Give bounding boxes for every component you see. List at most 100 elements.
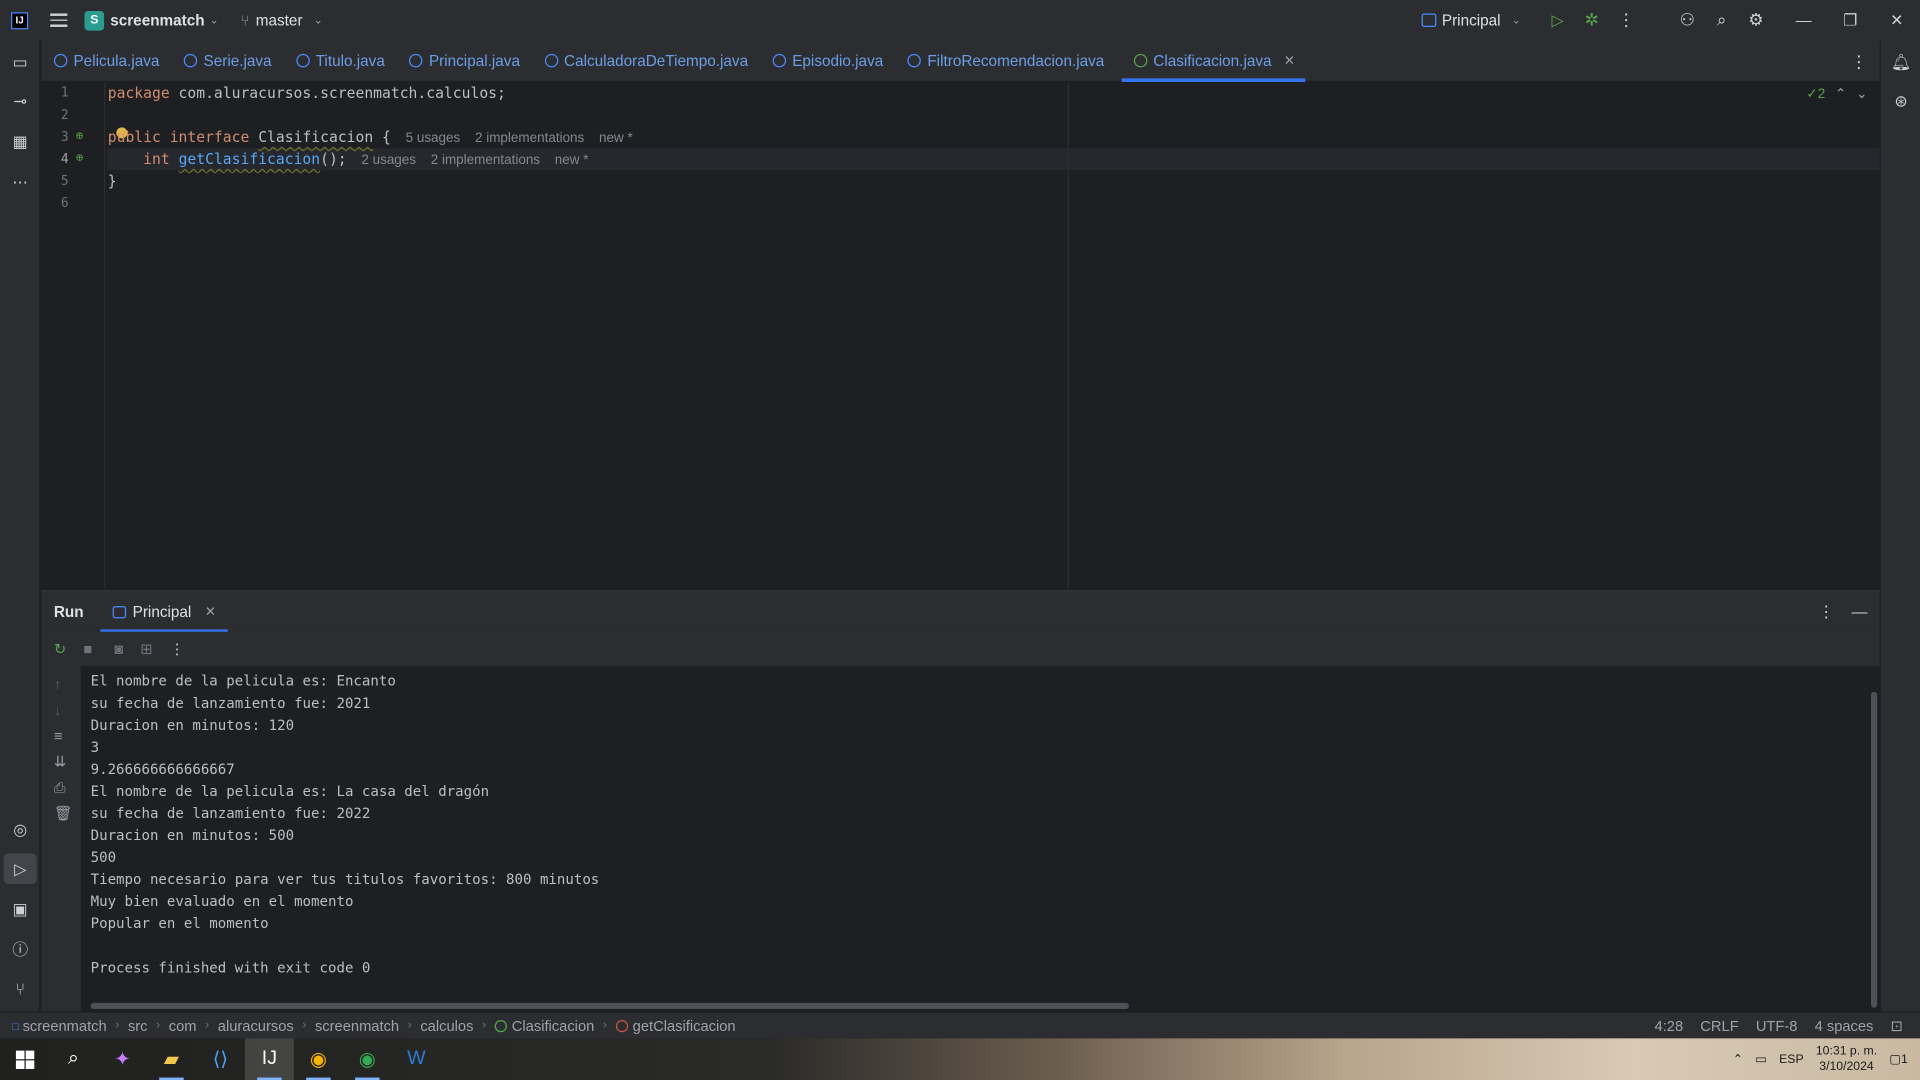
project-badge[interactable]: S (84, 10, 105, 31)
author-hint[interactable]: new * (555, 153, 589, 168)
commit-icon[interactable]: ⊸ (10, 91, 31, 112)
word-icon[interactable]: W (392, 1038, 441, 1080)
usages-hint[interactable]: 5 usages (406, 131, 461, 146)
services-icon[interactable]: ◎ (10, 819, 31, 840)
console-line: El nombre de la pelicula es: La casa del… (90, 782, 490, 800)
scroll-to-end-icon[interactable]: ⇊ (54, 753, 66, 770)
arrow-up-icon[interactable]: ↑ (54, 676, 61, 693)
run-toolbar: ↻ ■ ◙ ⊞ ⋮ (41, 631, 1880, 667)
tab-calculadora-de-tiempo[interactable]: CalculadoraDeTiempo.java (532, 40, 760, 80)
breadcrumb-item[interactable]: com (169, 1017, 197, 1034)
tab-principal[interactable]: Principal.java (397, 40, 532, 80)
line-separator[interactable]: CRLF (1700, 1017, 1738, 1034)
implemented-gutter-icon[interactable]: ⊕ (76, 152, 83, 165)
trash-icon[interactable]: 🗑︎ (54, 804, 73, 821)
chevron-right-icon: › (481, 1018, 487, 1033)
close-window-button[interactable]: ✕ (1873, 10, 1920, 30)
options-icon[interactable]: ⋮ (1818, 602, 1834, 622)
chevron-down-icon[interactable]: ⌄ (1856, 86, 1867, 102)
notification-center-icon[interactable]: ▢1 (1889, 1052, 1907, 1065)
breadcrumb-interface[interactable]: Clasificacion (494, 1017, 594, 1034)
chrome-icon[interactable]: ◉ (294, 1038, 343, 1080)
chrome-profile-icon[interactable]: ◉ (343, 1038, 392, 1080)
horizontal-scrollbar[interactable] (90, 1002, 1129, 1009)
implementations-hint[interactable]: 2 implementations (475, 131, 584, 146)
project-folder-icon[interactable]: ▭ (10, 51, 31, 72)
tab-pelicula[interactable]: Pelicula.java (42, 40, 172, 80)
tab-episodio[interactable]: Episodio.java (760, 40, 895, 80)
main-menu-icon[interactable] (50, 13, 68, 27)
indent-setting[interactable]: 4 spaces (1815, 1017, 1874, 1034)
debug-icon[interactable]: ✲ (1575, 10, 1609, 31)
camera-icon[interactable]: ◙ (114, 640, 123, 657)
vertical-scrollbar[interactable] (1871, 691, 1878, 1008)
restore-button[interactable]: ❐ (1827, 10, 1874, 30)
implemented-gutter-icon[interactable]: ⊕ (76, 130, 83, 143)
add-user-icon[interactable]: ⚇ (1670, 10, 1704, 31)
vscode-icon[interactable]: ⟨⟩ (196, 1038, 245, 1080)
ai-assistant-icon[interactable]: ⊛ (1891, 91, 1912, 112)
breadcrumb-item[interactable]: aluracursos (218, 1017, 294, 1034)
search-icon[interactable]: ⌕ (1705, 10, 1739, 31)
clock[interactable]: 10:31 p. m. 3/10/2024 (1816, 1043, 1877, 1075)
soft-wrap-icon[interactable]: ≡ (54, 727, 63, 744)
settings-gear-icon[interactable]: ⚙ (1739, 10, 1773, 31)
console-output[interactable]: El nombre de la pelicula es: Encanto su f… (91, 670, 600, 979)
restore-layout-icon[interactable]: ⊞ (140, 640, 152, 657)
copilot-icon[interactable]: ✦ (98, 1038, 147, 1080)
structure-icon[interactable]: ▦ (10, 131, 31, 152)
breadcrumb-item[interactable]: calculos (420, 1017, 473, 1034)
code-editor[interactable]: 1 2 3 4 5 6 ⊕ ⊕ package com.aluracursos.… (41, 82, 1880, 589)
terminal-icon[interactable]: ▣ (10, 899, 31, 920)
class-icon (296, 53, 310, 68)
branch-selector[interactable]: ⑂ master ⌄ (241, 12, 323, 29)
run-tool-icon[interactable]: ▷ (10, 858, 31, 879)
console-line: Duracion en minutos: 500 (90, 826, 295, 844)
tab-filtro-recomendacion[interactable]: FiltroRecomendacion.java (895, 40, 1116, 80)
tab-clasificacion[interactable]: Clasificacion.java ✕ (1121, 40, 1305, 83)
breadcrumb-item[interactable]: src (128, 1017, 148, 1034)
more-tools-icon[interactable]: ⋯ (10, 171, 31, 192)
tab-titulo[interactable]: Titulo.java (284, 40, 397, 80)
minimize-button[interactable]: — (1780, 11, 1827, 29)
chevron-up-icon[interactable]: ⌃ (1835, 86, 1846, 102)
breadcrumb-method[interactable]: getClasificacion (615, 1017, 736, 1034)
more-actions-icon[interactable]: ⋮ (1609, 10, 1643, 31)
input-language[interactable]: ESP (1779, 1052, 1804, 1065)
file-encoding[interactable]: UTF-8 (1756, 1017, 1798, 1034)
author-hint[interactable]: new * (599, 131, 633, 146)
caret-position[interactable]: 4:28 (1655, 1017, 1684, 1034)
problems-icon[interactable]: ⓘ (10, 939, 31, 960)
inspection-widget[interactable]: ✓2 ⌃ ⌄ (1806, 86, 1867, 102)
lock-icon[interactable]: ⊡ (1891, 1017, 1903, 1034)
chevron-down-icon[interactable]: ⌄ (210, 13, 219, 26)
run-icon[interactable]: ▷ (1540, 10, 1574, 30)
usages-hint[interactable]: 2 usages (361, 153, 416, 168)
rerun-icon[interactable]: ↻ (54, 640, 66, 657)
hide-panel-icon[interactable]: — (1851, 602, 1867, 622)
tray-chevron-up-icon[interactable]: ⌃ (1733, 1052, 1743, 1065)
intellij-logo-icon[interactable]: IJ (11, 11, 29, 29)
run-config-selector[interactable]: Principal ⌄ (1421, 12, 1521, 29)
tabs-more-icon[interactable]: ⋮ (1850, 51, 1867, 72)
taskbar-search-icon[interactable]: ⌕ (49, 1038, 98, 1080)
run-tab-principal[interactable]: Principal ✕ (100, 591, 229, 632)
start-button[interactable] (0, 1038, 49, 1080)
implementations-hint[interactable]: 2 implementations (431, 153, 540, 168)
close-tab-icon[interactable]: ✕ (1284, 53, 1295, 69)
breadcrumb-item[interactable]: screenmatch (315, 1017, 399, 1034)
close-tab-icon[interactable]: ✕ (205, 604, 216, 620)
arrow-down-icon[interactable]: ↓ (54, 702, 61, 719)
network-icon[interactable]: ▭ (1755, 1052, 1767, 1065)
notifications-icon[interactable]: 🔔︎ (1891, 51, 1912, 72)
breadcrumb-item[interactable]: screenmatch (23, 1017, 107, 1034)
stop-icon[interactable]: ■ (83, 640, 92, 657)
print-icon[interactable]: ⎙ (54, 779, 66, 797)
file-explorer-icon[interactable]: ▰ (147, 1038, 196, 1080)
git-icon[interactable]: ⑂ (10, 978, 31, 999)
interface-icon (1133, 53, 1148, 68)
more-icon[interactable]: ⋮ (170, 640, 185, 657)
project-selector[interactable]: screenmatch (110, 12, 204, 29)
intellij-taskbar-icon[interactable]: IJ (244, 1038, 294, 1080)
tab-serie[interactable]: Serie.java (172, 40, 284, 80)
